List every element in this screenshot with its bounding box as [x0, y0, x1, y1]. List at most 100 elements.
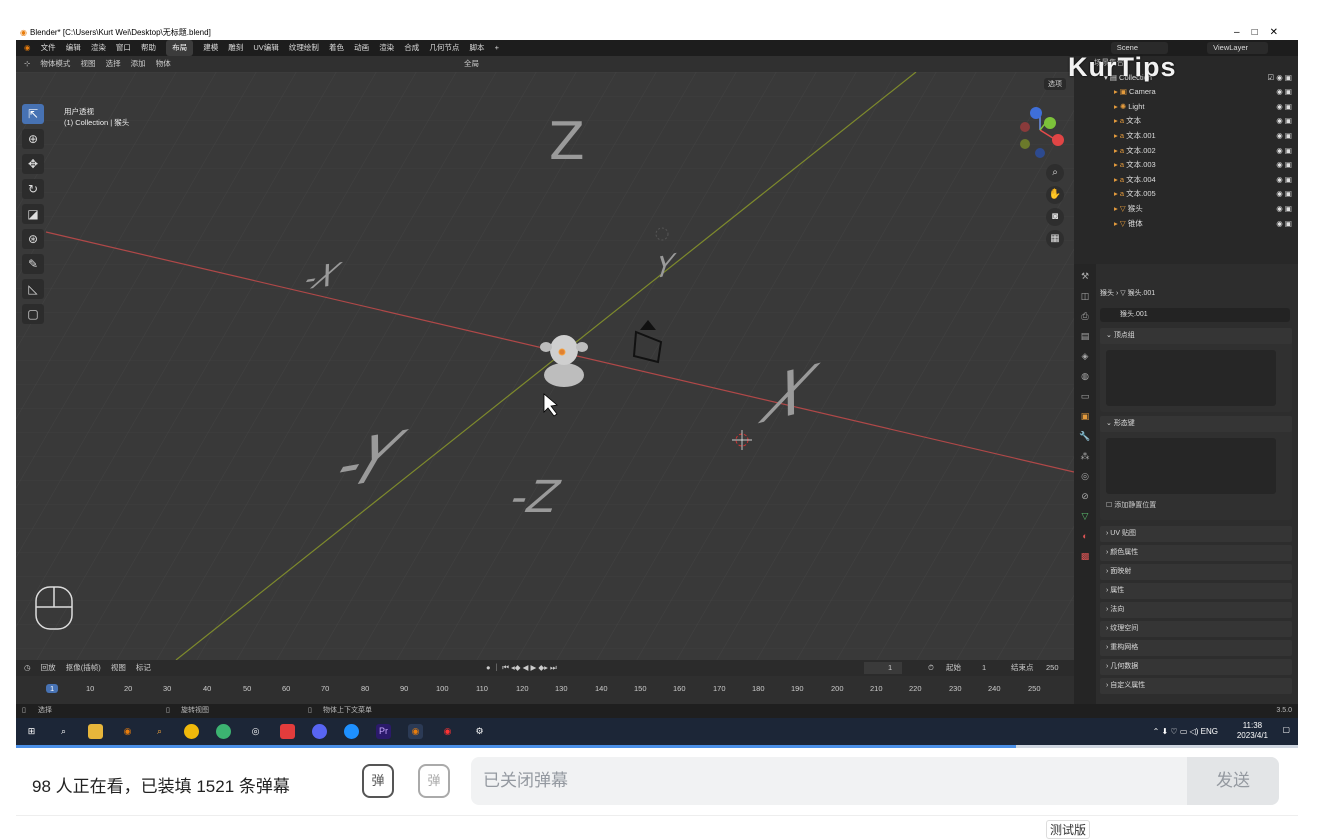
playback-controls[interactable]: ● ｜ ⏮ ◂◆ ◀ ▶ ◆▸ ⏭ — [486, 660, 557, 676]
menu-playback[interactable]: 回放 — [41, 660, 56, 676]
visibility-icons[interactable]: ◉ ▣ — [1276, 129, 1292, 144]
window-controls[interactable]: –□✕ — [1234, 26, 1290, 40]
modifier-tab-icon[interactable]: 🔧 — [1077, 428, 1093, 444]
panel-normals[interactable]: › 法向 — [1100, 602, 1292, 618]
scale-tool-icon[interactable]: ◪ — [22, 204, 44, 224]
blender-taskbar-icon[interactable]: ◉ — [120, 724, 135, 739]
visibility-icons[interactable]: ◉ ▣ — [1276, 100, 1292, 115]
explorer-icon[interactable] — [88, 724, 103, 739]
menu-render[interactable]: 渲染 — [91, 40, 106, 56]
clock[interactable]: 11:38 2023/4/1 — [1237, 721, 1268, 741]
panel-custom-properties[interactable]: › 自定义属性 — [1100, 678, 1292, 694]
outliner-item-cone[interactable]: ▸ ▽ 锥体 ◉ ▣ — [1074, 217, 1298, 232]
vertex-groups-header[interactable]: ⌄ 顶点组 — [1100, 328, 1292, 344]
scene-tab-icon[interactable]: ◈ — [1077, 348, 1093, 364]
timeline-editor-icon[interactable]: ◷ — [24, 660, 31, 676]
camera-view-icon[interactable]: ◙ — [1046, 208, 1064, 226]
panel-uv-maps[interactable]: › UV 贴图 — [1100, 526, 1292, 542]
outliner-item-text-005[interactable]: ▸ a 文本.005 ◉ ▣ — [1074, 187, 1298, 202]
visibility-icons[interactable]: ◉ ▣ — [1276, 187, 1292, 202]
panel-face-maps[interactable]: › 面映射 — [1100, 564, 1292, 580]
options-button[interactable]: 选项 — [1044, 78, 1066, 90]
breadcrumb-object[interactable]: 猴头 — [1100, 290, 1114, 297]
outliner-item-camera[interactable]: ▸ ▣ Camera ◉ ▣ — [1074, 85, 1298, 100]
danmaku-input[interactable]: 已关闭弹幕 发送 — [471, 757, 1279, 805]
output-tab-icon[interactable]: ⎙ — [1077, 308, 1093, 324]
chrome-icon[interactable] — [184, 724, 199, 739]
mesh-name-field[interactable]: 猴头.001 — [1100, 308, 1290, 322]
start-icon[interactable]: ⊞ — [24, 724, 39, 739]
tab-uv-editing[interactable]: UV编辑 — [253, 40, 278, 56]
menu-file[interactable]: 文件 — [41, 40, 56, 56]
tab-shading[interactable]: 着色 — [329, 40, 344, 56]
outliner-item-text-002[interactable]: ▸ a 文本.002 ◉ ▣ — [1074, 144, 1298, 159]
tab-animation[interactable]: 动画 — [354, 40, 369, 56]
view-layer-tab-icon[interactable]: ▤ — [1077, 328, 1093, 344]
particles-tab-icon[interactable]: ⁂ — [1077, 448, 1093, 464]
video-player[interactable]: ◉ Blender* [C:\Users\Kurt Wei\Desktop\无标题… — [16, 26, 1298, 745]
outliner-item-monkey[interactable]: ▸ ▽ 猴头 ◉ ▣ — [1074, 202, 1298, 217]
outliner-item-text-001[interactable]: ▸ a 文本.001 ◉ ▣ — [1074, 129, 1298, 144]
pan-hand-icon[interactable]: ✋ — [1046, 186, 1064, 204]
panel-remesh[interactable]: › 重构网格 — [1100, 640, 1292, 656]
outliner-item-text[interactable]: ▸ a 文本 ◉ ▣ — [1074, 114, 1298, 129]
edge-icon[interactable] — [344, 724, 359, 739]
measure-tool-icon[interactable]: ◺ — [22, 279, 44, 299]
capture-icon[interactable]: ◎ — [248, 724, 263, 739]
world-tab-icon[interactable]: ◍ — [1077, 368, 1093, 384]
mode-selector[interactable]: 物体模式 — [40, 56, 70, 72]
green-app-icon[interactable] — [216, 724, 231, 739]
menu-object[interactable]: 物体 — [156, 56, 171, 72]
menu-window[interactable]: 窗口 — [116, 40, 131, 56]
editor-type-icon[interactable]: ⊹ — [24, 56, 30, 72]
menu-add[interactable]: 添加 — [131, 56, 146, 72]
text-object-z[interactable]: Z — [549, 112, 585, 172]
select-tool-icon[interactable]: ⇱ — [22, 104, 44, 124]
outliner-item-text-003[interactable]: ▸ a 文本.003 ◉ ▣ — [1074, 158, 1298, 173]
blender-active-icon[interactable]: ◉ — [408, 724, 423, 739]
tab-modeling[interactable]: 建模 — [203, 40, 218, 56]
rotate-tool-icon[interactable]: ↻ — [22, 179, 44, 199]
breadcrumb-mesh[interactable]: 猴头.001 — [1128, 290, 1156, 297]
danmaku-toggle-icon[interactable]: 弹 — [362, 764, 394, 798]
menu-select[interactable]: 选择 — [106, 56, 121, 72]
tool-tab-icon[interactable]: ⚒ — [1077, 268, 1093, 284]
system-tray[interactable]: ⌃ ⬇ ♡ ▭ ◁) ENG — [1153, 727, 1218, 736]
physics-tab-icon[interactable]: ◎ — [1077, 468, 1093, 484]
search-app-icon[interactable]: ⌕ — [152, 724, 167, 739]
shape-keys-list[interactable] — [1106, 438, 1276, 494]
menu-keying[interactable]: 抠像(插帧) — [66, 660, 101, 676]
current-frame-field[interactable]: 1 — [864, 662, 903, 674]
menu-view[interactable]: 视图 — [80, 56, 95, 72]
data-tab-icon[interactable]: ▽ — [1077, 508, 1093, 524]
menu-timeline-view[interactable]: 视图 — [111, 660, 126, 676]
add-rest-position-checkbox[interactable]: ☐ 添加静置位置 — [1106, 500, 1156, 510]
panel-attributes[interactable]: › 属性 — [1100, 583, 1292, 599]
search-icon[interactable]: ⌕ — [56, 724, 71, 739]
annotate-tool-icon[interactable]: ✎ — [22, 254, 44, 274]
transform-orientation[interactable]: 全局 — [464, 56, 479, 72]
material-tab-icon[interactable]: ◐ — [1077, 528, 1093, 544]
danmaku-settings-icon[interactable]: 弹 — [418, 764, 450, 798]
menu-edit[interactable]: 编辑 — [66, 40, 81, 56]
menu-marker[interactable]: 标记 — [136, 660, 151, 676]
tab-scripting[interactable]: 脚本 — [469, 40, 484, 56]
texture-tab-icon[interactable]: ▩ — [1077, 548, 1093, 564]
outliner-item-light[interactable]: ▸ ✺ Light ◉ ▣ — [1074, 100, 1298, 115]
panel-texture-space[interactable]: › 纹理空间 — [1100, 621, 1292, 637]
premiere-icon[interactable]: Pr — [376, 724, 391, 739]
send-button[interactable]: 发送 — [1187, 757, 1279, 805]
visibility-icons[interactable]: ◉ ▣ — [1276, 158, 1292, 173]
visibility-icons[interactable]: ◉ ▣ — [1276, 85, 1292, 100]
visibility-icons[interactable]: ◉ ▣ — [1276, 144, 1292, 159]
blender-menu-icon[interactable]: ◉ — [24, 40, 31, 56]
viewlayer-selector[interactable]: ViewLayer — [1207, 42, 1268, 54]
tab-compositing[interactable]: 合成 — [404, 40, 419, 56]
move-tool-icon[interactable]: ✥ — [22, 154, 44, 174]
start-frame-field[interactable]: 1 — [982, 660, 986, 676]
tab-texture-paint[interactable]: 纹理绘制 — [289, 40, 319, 56]
visibility-icons[interactable]: ☑ ◉ ▣ — [1267, 71, 1292, 86]
record-icon[interactable]: ◉ — [440, 724, 455, 739]
end-frame-field[interactable]: 250 — [1046, 660, 1059, 676]
tab-layout[interactable]: 布局 — [166, 40, 194, 56]
